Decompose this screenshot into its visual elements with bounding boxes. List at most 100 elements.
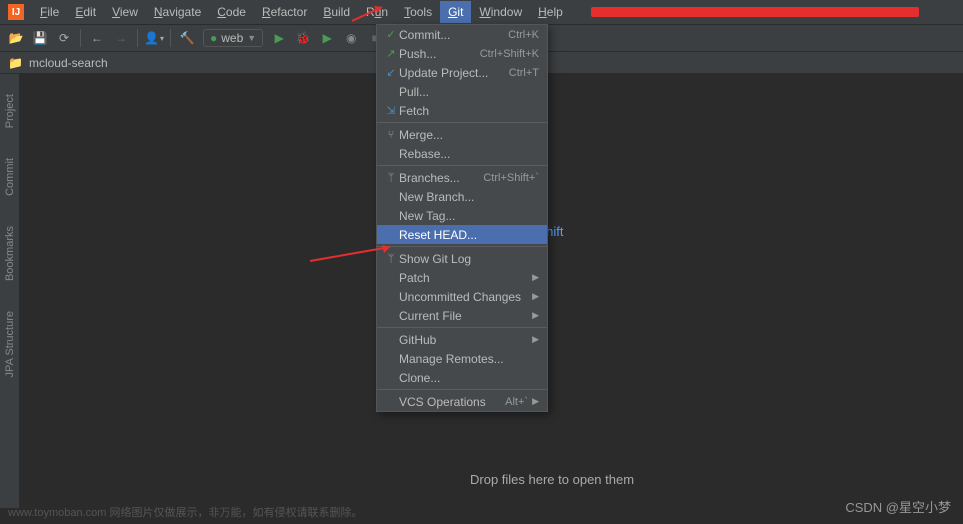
menu-item-pull[interactable]: Pull... bbox=[377, 82, 547, 101]
separator bbox=[80, 29, 81, 47]
menu-item-github[interactable]: GitHub ▶ bbox=[377, 330, 547, 349]
profile-icon[interactable]: ◉ bbox=[341, 28, 361, 48]
menu-item-rebase[interactable]: Rebase... bbox=[377, 144, 547, 163]
menu-item-new-branch[interactable]: New Branch... bbox=[377, 187, 547, 206]
menu-item-uncommitted-changes[interactable]: Uncommitted Changes ▶ bbox=[377, 287, 547, 306]
shortcut-text: Ctrl+T bbox=[509, 67, 539, 79]
menu-run[interactable]: Run bbox=[358, 1, 396, 23]
app-icon: IJ bbox=[8, 4, 24, 20]
menu-item-label: New Tag... bbox=[399, 209, 539, 223]
shortcut-text: Alt+` bbox=[505, 396, 528, 408]
menu-item-label: Pull... bbox=[399, 85, 539, 99]
menu-item-push[interactable]: ↗Push...Ctrl+Shift+K bbox=[377, 44, 547, 63]
shortcut-text: Ctrl+Shift+` bbox=[483, 172, 539, 184]
menu-refactor[interactable]: Refactor bbox=[254, 1, 315, 23]
log-icon: ᛘ bbox=[383, 253, 399, 265]
project-name[interactable]: mcloud-search bbox=[29, 56, 108, 70]
tool-commit[interactable]: Commit bbox=[4, 158, 16, 196]
left-tool-strip: Project Commit Bookmarks JPA Structure bbox=[0, 74, 20, 508]
tool-bookmarks[interactable]: Bookmarks bbox=[4, 226, 16, 281]
menu-item-label: Rebase... bbox=[399, 147, 539, 161]
folder-icon: 📁 bbox=[8, 56, 23, 70]
menu-item-fetch[interactable]: ⇲Fetch bbox=[377, 101, 547, 120]
back-icon[interactable]: ← bbox=[87, 28, 107, 48]
menu-item-commit[interactable]: ✓Commit...Ctrl+K bbox=[377, 25, 547, 44]
menu-item-vcs-operations[interactable]: VCS OperationsAlt+`▶ bbox=[377, 392, 547, 411]
separator bbox=[137, 29, 138, 47]
save-icon[interactable]: 💾 bbox=[30, 28, 50, 48]
menu-item-reset-head[interactable]: Reset HEAD... bbox=[377, 225, 547, 244]
menu-item-label: GitHub bbox=[399, 333, 528, 347]
merge-icon: ⑂ bbox=[383, 129, 399, 141]
menu-item-update-project[interactable]: ↙Update Project...Ctrl+T bbox=[377, 63, 547, 82]
menu-item-clone[interactable]: Clone... bbox=[377, 368, 547, 387]
menu-item-label: Manage Remotes... bbox=[399, 352, 539, 366]
open-icon[interactable]: 📂 bbox=[6, 28, 26, 48]
menu-item-label: VCS Operations bbox=[399, 395, 505, 409]
code-with-me-icon[interactable]: 👤 bbox=[144, 28, 164, 48]
build-icon[interactable]: 🔨 bbox=[177, 28, 197, 48]
menu-git[interactable]: Git bbox=[440, 1, 471, 23]
menu-build[interactable]: Build bbox=[315, 1, 358, 23]
menu-item-manage-remotes[interactable]: Manage Remotes... bbox=[377, 349, 547, 368]
git-menu-dropdown: ✓Commit...Ctrl+K↗Push...Ctrl+Shift+K↙Upd… bbox=[376, 24, 548, 412]
menu-item-patch[interactable]: Patch ▶ bbox=[377, 268, 547, 287]
run-config-name: web bbox=[221, 31, 243, 45]
debug-icon[interactable]: 🐞 bbox=[293, 28, 313, 48]
menu-item-label: Show Git Log bbox=[399, 252, 539, 266]
up-icon: ↗ bbox=[383, 47, 399, 60]
tool-jpa-structure[interactable]: JPA Structure bbox=[4, 311, 16, 377]
menu-help[interactable]: Help bbox=[530, 1, 571, 23]
menu-item-label: Clone... bbox=[399, 371, 539, 385]
menu-view[interactable]: View bbox=[104, 1, 146, 23]
menu-separator bbox=[377, 122, 547, 123]
menu-file[interactable]: File bbox=[32, 1, 67, 23]
menu-item-label: New Branch... bbox=[399, 190, 539, 204]
branch-icon: ᛘ bbox=[383, 172, 399, 184]
fetch-icon: ⇲ bbox=[383, 104, 399, 117]
menu-item-branches[interactable]: ᛘBranches...Ctrl+Shift+` bbox=[377, 168, 547, 187]
menu-item-label: Uncommitted Changes bbox=[399, 290, 528, 304]
menu-item-label: Current File bbox=[399, 309, 528, 323]
menu-item-label: Fetch bbox=[399, 104, 539, 118]
submenu-arrow-icon: ▶ bbox=[532, 272, 539, 283]
menu-separator bbox=[377, 165, 547, 166]
menu-item-label: Patch bbox=[399, 271, 528, 285]
menu-separator bbox=[377, 327, 547, 328]
menu-edit[interactable]: Edit bbox=[67, 1, 104, 23]
menu-item-current-file[interactable]: Current File ▶ bbox=[377, 306, 547, 325]
watermark: CSDN @星空小梦 bbox=[845, 497, 951, 516]
shortcut-text: Ctrl+K bbox=[508, 29, 539, 41]
shortcut-text: Ctrl+Shift+K bbox=[480, 48, 539, 60]
menu-separator bbox=[377, 389, 547, 390]
menu-item-label: Update Project... bbox=[399, 66, 509, 80]
menu-item-new-tag[interactable]: New Tag... bbox=[377, 206, 547, 225]
refresh-icon[interactable]: ⟳ bbox=[54, 28, 74, 48]
coverage-icon[interactable]: ▶ bbox=[317, 28, 337, 48]
title-redacted bbox=[591, 7, 919, 17]
run-configuration-selector[interactable]: ● web ▼ bbox=[203, 29, 263, 47]
spring-icon: ● bbox=[210, 31, 217, 45]
run-icon[interactable]: ▶ bbox=[269, 28, 289, 48]
down-icon: ↙ bbox=[383, 66, 399, 79]
menu-item-show-git-log[interactable]: ᛘShow Git Log bbox=[377, 249, 547, 268]
menu-item-merge[interactable]: ⑂Merge... bbox=[377, 125, 547, 144]
menu-item-label: Reset HEAD... bbox=[399, 228, 539, 242]
menu-item-label: Branches... bbox=[399, 171, 483, 185]
menubar: IJ File Edit View Navigate Code Refactor… bbox=[0, 0, 963, 24]
forward-icon[interactable]: → bbox=[111, 28, 131, 48]
submenu-arrow-icon: ▶ bbox=[532, 334, 539, 345]
check-icon: ✓ bbox=[383, 28, 399, 41]
submenu-arrow-icon: ▶ bbox=[532, 291, 539, 302]
menu-window[interactable]: Window bbox=[471, 1, 530, 23]
menu-code[interactable]: Code bbox=[209, 1, 254, 23]
submenu-arrow-icon: ▶ bbox=[532, 310, 539, 321]
menu-item-label: Commit... bbox=[399, 28, 508, 42]
menu-navigate[interactable]: Navigate bbox=[146, 1, 209, 23]
tool-project[interactable]: Project bbox=[4, 94, 16, 128]
menu-item-label: Merge... bbox=[399, 128, 539, 142]
drop-files-hint: Drop files here to open them bbox=[470, 472, 634, 487]
footer-text: www.toymoban.com 网络图片仅做展示，非万能，如有侵权请联系删除。 bbox=[8, 504, 362, 520]
menu-tools[interactable]: Tools bbox=[396, 1, 440, 23]
separator bbox=[170, 29, 171, 47]
